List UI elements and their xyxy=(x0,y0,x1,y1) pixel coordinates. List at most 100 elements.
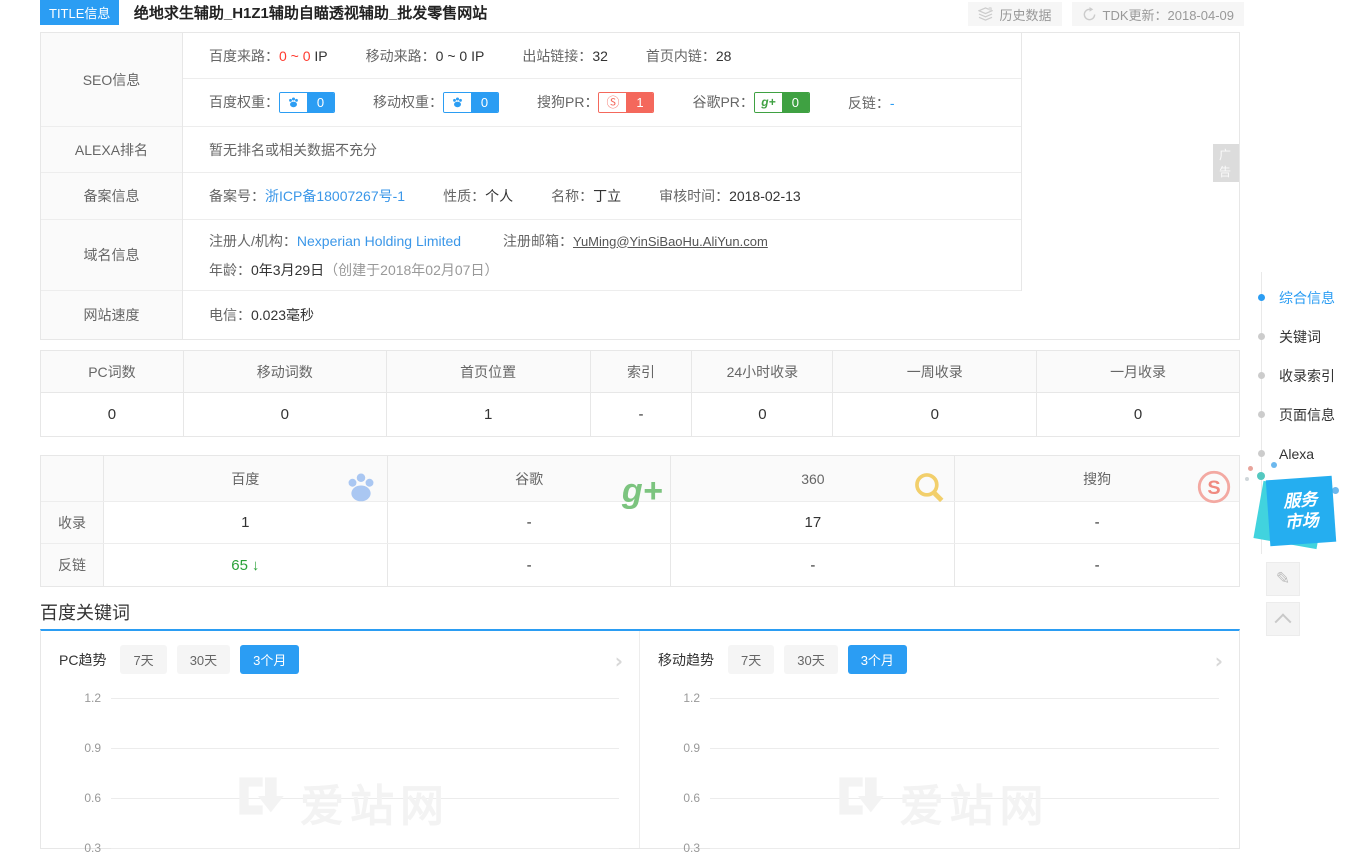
bullet-icon xyxy=(1258,372,1265,379)
edit-button[interactable]: ✎ xyxy=(1266,562,1300,596)
icp-number-label: 备案号： xyxy=(209,188,265,204)
seo-row-weights: 百度权重：0 移动权重：0 搜狗PR：Ⓢ1 谷歌PR：g+0 反链：- xyxy=(183,79,1021,127)
keyword-stats-table: PC词数 移动词数 首页位置 索引 24小时收录 一周收录 一月收录 0 0 1… xyxy=(40,350,1240,437)
pc-tab-30d[interactable]: 30天 xyxy=(177,645,230,674)
google-pr-label: 谷歌PR： xyxy=(692,94,753,110)
ad-tag: 广告 xyxy=(1213,144,1239,182)
stats-header-mobile-words: 移动词数 xyxy=(184,351,387,393)
pc-trend-label: PC趋势 xyxy=(59,650,106,670)
layers-icon xyxy=(978,7,993,21)
mobile-tab-3m[interactable]: 3个月 xyxy=(848,645,907,674)
deco-dot xyxy=(1245,477,1249,481)
sidenav-item-overview[interactable]: 综合信息 xyxy=(1258,278,1335,317)
mobile-trend-chart: 1.2 0.9 0.6 0.3 爱站网 xyxy=(640,684,1239,854)
speed-telecom-value: 0.023毫秒 xyxy=(251,307,314,323)
stats-header-month: 一月收录 xyxy=(1037,351,1239,393)
engines-header-baidu: 百度 xyxy=(104,456,388,501)
sogou-pr-label: 搜狗PR： xyxy=(537,94,598,110)
baidu-traffic-label: 百度来路： xyxy=(209,48,279,64)
mobile-tab-30d[interactable]: 30天 xyxy=(784,645,837,674)
page-section-nav: 综合信息 关键词 收录索引 页面信息 Alexa xyxy=(1258,278,1335,473)
engines-header-google: 谷歌 g+ xyxy=(388,456,672,501)
stats-value-pc-words: 0 xyxy=(41,393,184,436)
down-arrow-icon: ↓ xyxy=(252,557,260,574)
backlinks-google: - xyxy=(388,544,672,586)
pc-tab-3m[interactable]: 3个月 xyxy=(240,645,299,674)
deco-dot xyxy=(1271,462,1277,468)
back-to-top-button[interactable] xyxy=(1266,602,1300,636)
homepage-links-label: 首页内链： xyxy=(646,48,716,64)
icp-nature-label: 性质： xyxy=(443,188,485,204)
mobile-weight-label: 移动权重： xyxy=(373,94,443,110)
backlinks-baidu: 65 ↓ xyxy=(104,544,388,586)
mobile-panel-next-chevron-icon[interactable]: › xyxy=(1215,649,1223,673)
icp-audit-label: 审核时间： xyxy=(659,188,729,204)
reg-email-label: 注册邮箱： xyxy=(503,233,573,249)
chevron-up-icon xyxy=(1275,613,1292,630)
stats-header-home-position: 首页位置 xyxy=(387,351,591,393)
pc-trend-chart: 1.2 0.9 0.6 0.3 爱站网 xyxy=(41,684,639,854)
sidenav-item-alexa[interactable]: Alexa xyxy=(1258,434,1335,473)
sogou-pr-badge[interactable]: Ⓢ1 xyxy=(598,92,654,113)
speed-telecom-label: 电信： xyxy=(209,307,251,323)
aizhan-watermark: 爱站网 xyxy=(830,768,1050,835)
stats-value-month: 0 xyxy=(1037,393,1239,436)
included-sogou: - xyxy=(955,502,1239,543)
history-data-button[interactable]: 历史数据 xyxy=(968,2,1061,26)
mobile-weight-badge[interactable]: 0 xyxy=(443,92,499,113)
included-google: - xyxy=(388,502,672,543)
baidu-weight-badge[interactable]: 0 xyxy=(279,92,335,113)
refresh-icon xyxy=(1082,7,1097,22)
search-engines-table: 百度 谷歌 g+ 360 搜狗 S 收录 1 - 17 - 反链 xyxy=(40,455,1240,587)
seo-info-table: SEO信息 ALEXA排名 备案信息 域名信息 网站速度 百度来路：0 ~ 0 … xyxy=(40,32,1240,340)
speed-row: 电信：0.023毫秒 xyxy=(183,291,1021,339)
bullet-icon xyxy=(1258,411,1265,418)
bullet-icon xyxy=(1258,294,1265,301)
included-baidu: 1 xyxy=(104,502,388,543)
sidenav-item-index[interactable]: 收录索引 xyxy=(1258,356,1335,395)
engines-row-label-backlinks: 反链 xyxy=(41,544,104,586)
icp-name-label: 名称： xyxy=(551,188,593,204)
homepage-links-value: 28 xyxy=(716,48,732,64)
stats-header-24h: 24小时收录 xyxy=(692,351,833,393)
mobile-trend-panel: 移动趋势 7天 30天 3个月 › 1.2 0.9 0.6 0.3 爱站网 xyxy=(640,631,1239,848)
baidu-weight-label: 百度权重： xyxy=(209,94,279,110)
backlinks-360: - xyxy=(671,544,955,586)
stats-header-pc-words: PC词数 xyxy=(41,351,184,393)
seo-info-label: SEO信息 xyxy=(41,33,182,127)
backlinks-label: 反链： xyxy=(848,95,890,111)
alexa-value: 暂无排名或相关数据不充分 xyxy=(209,142,377,158)
google-plus-icon: g+ xyxy=(755,93,782,112)
alexa-rank-label: ALEXA排名 xyxy=(41,127,182,173)
backlinks-sogou: - xyxy=(955,544,1239,586)
outbound-links-label: 出站链接： xyxy=(522,48,592,64)
domain-age-label: 年龄： xyxy=(209,262,251,278)
svg-text:S: S xyxy=(1207,477,1220,499)
sidenav-item-keywords[interactable]: 关键词 xyxy=(1258,317,1335,356)
site-speed-label: 网站速度 xyxy=(41,291,182,339)
reg-email-link[interactable]: YuMing@YinSiBaoHu.AliYun.com xyxy=(573,234,768,249)
bullet-icon xyxy=(1258,450,1265,457)
icp-number-link[interactable]: 浙ICP备18007267号-1 xyxy=(265,188,405,204)
mobile-traffic-value: 0 ~ 0 xyxy=(436,48,468,64)
pc-trend-panel: PC趋势 7天 30天 3个月 › 1.2 0.9 0.6 0.3 爱站网 xyxy=(41,631,640,848)
mobile-tab-7d[interactable]: 7天 xyxy=(728,645,774,674)
pc-tab-7d[interactable]: 7天 xyxy=(120,645,166,674)
stats-value-home-position: 1 xyxy=(387,393,591,436)
deco-dot xyxy=(1248,466,1253,471)
engines-corner-cell xyxy=(41,456,104,501)
engines-header-sogou: 搜狗 S xyxy=(955,456,1239,501)
service-market-badge[interactable]: 服务 市场 xyxy=(1264,478,1338,550)
engines-row-label-included: 收录 xyxy=(41,502,104,543)
icp-info-label: 备案信息 xyxy=(41,173,182,220)
tdk-update-chip[interactable]: TDK更新：2018-04-09 xyxy=(1072,2,1245,26)
registrant-link[interactable]: Nexperian Holding Limited xyxy=(297,233,461,249)
aizhan-logo-icon xyxy=(830,768,886,835)
icp-nature-value: 个人 xyxy=(485,188,513,204)
stats-header-index: 索引 xyxy=(591,351,693,393)
domain-age-value: 0年3月29日 xyxy=(251,262,324,278)
pc-panel-next-chevron-icon[interactable]: › xyxy=(615,649,623,673)
sidenav-item-pageinfo[interactable]: 页面信息 xyxy=(1258,395,1335,434)
icp-audit-value: 2018-02-13 xyxy=(729,188,801,204)
google-pr-badge[interactable]: g+0 xyxy=(754,92,810,113)
